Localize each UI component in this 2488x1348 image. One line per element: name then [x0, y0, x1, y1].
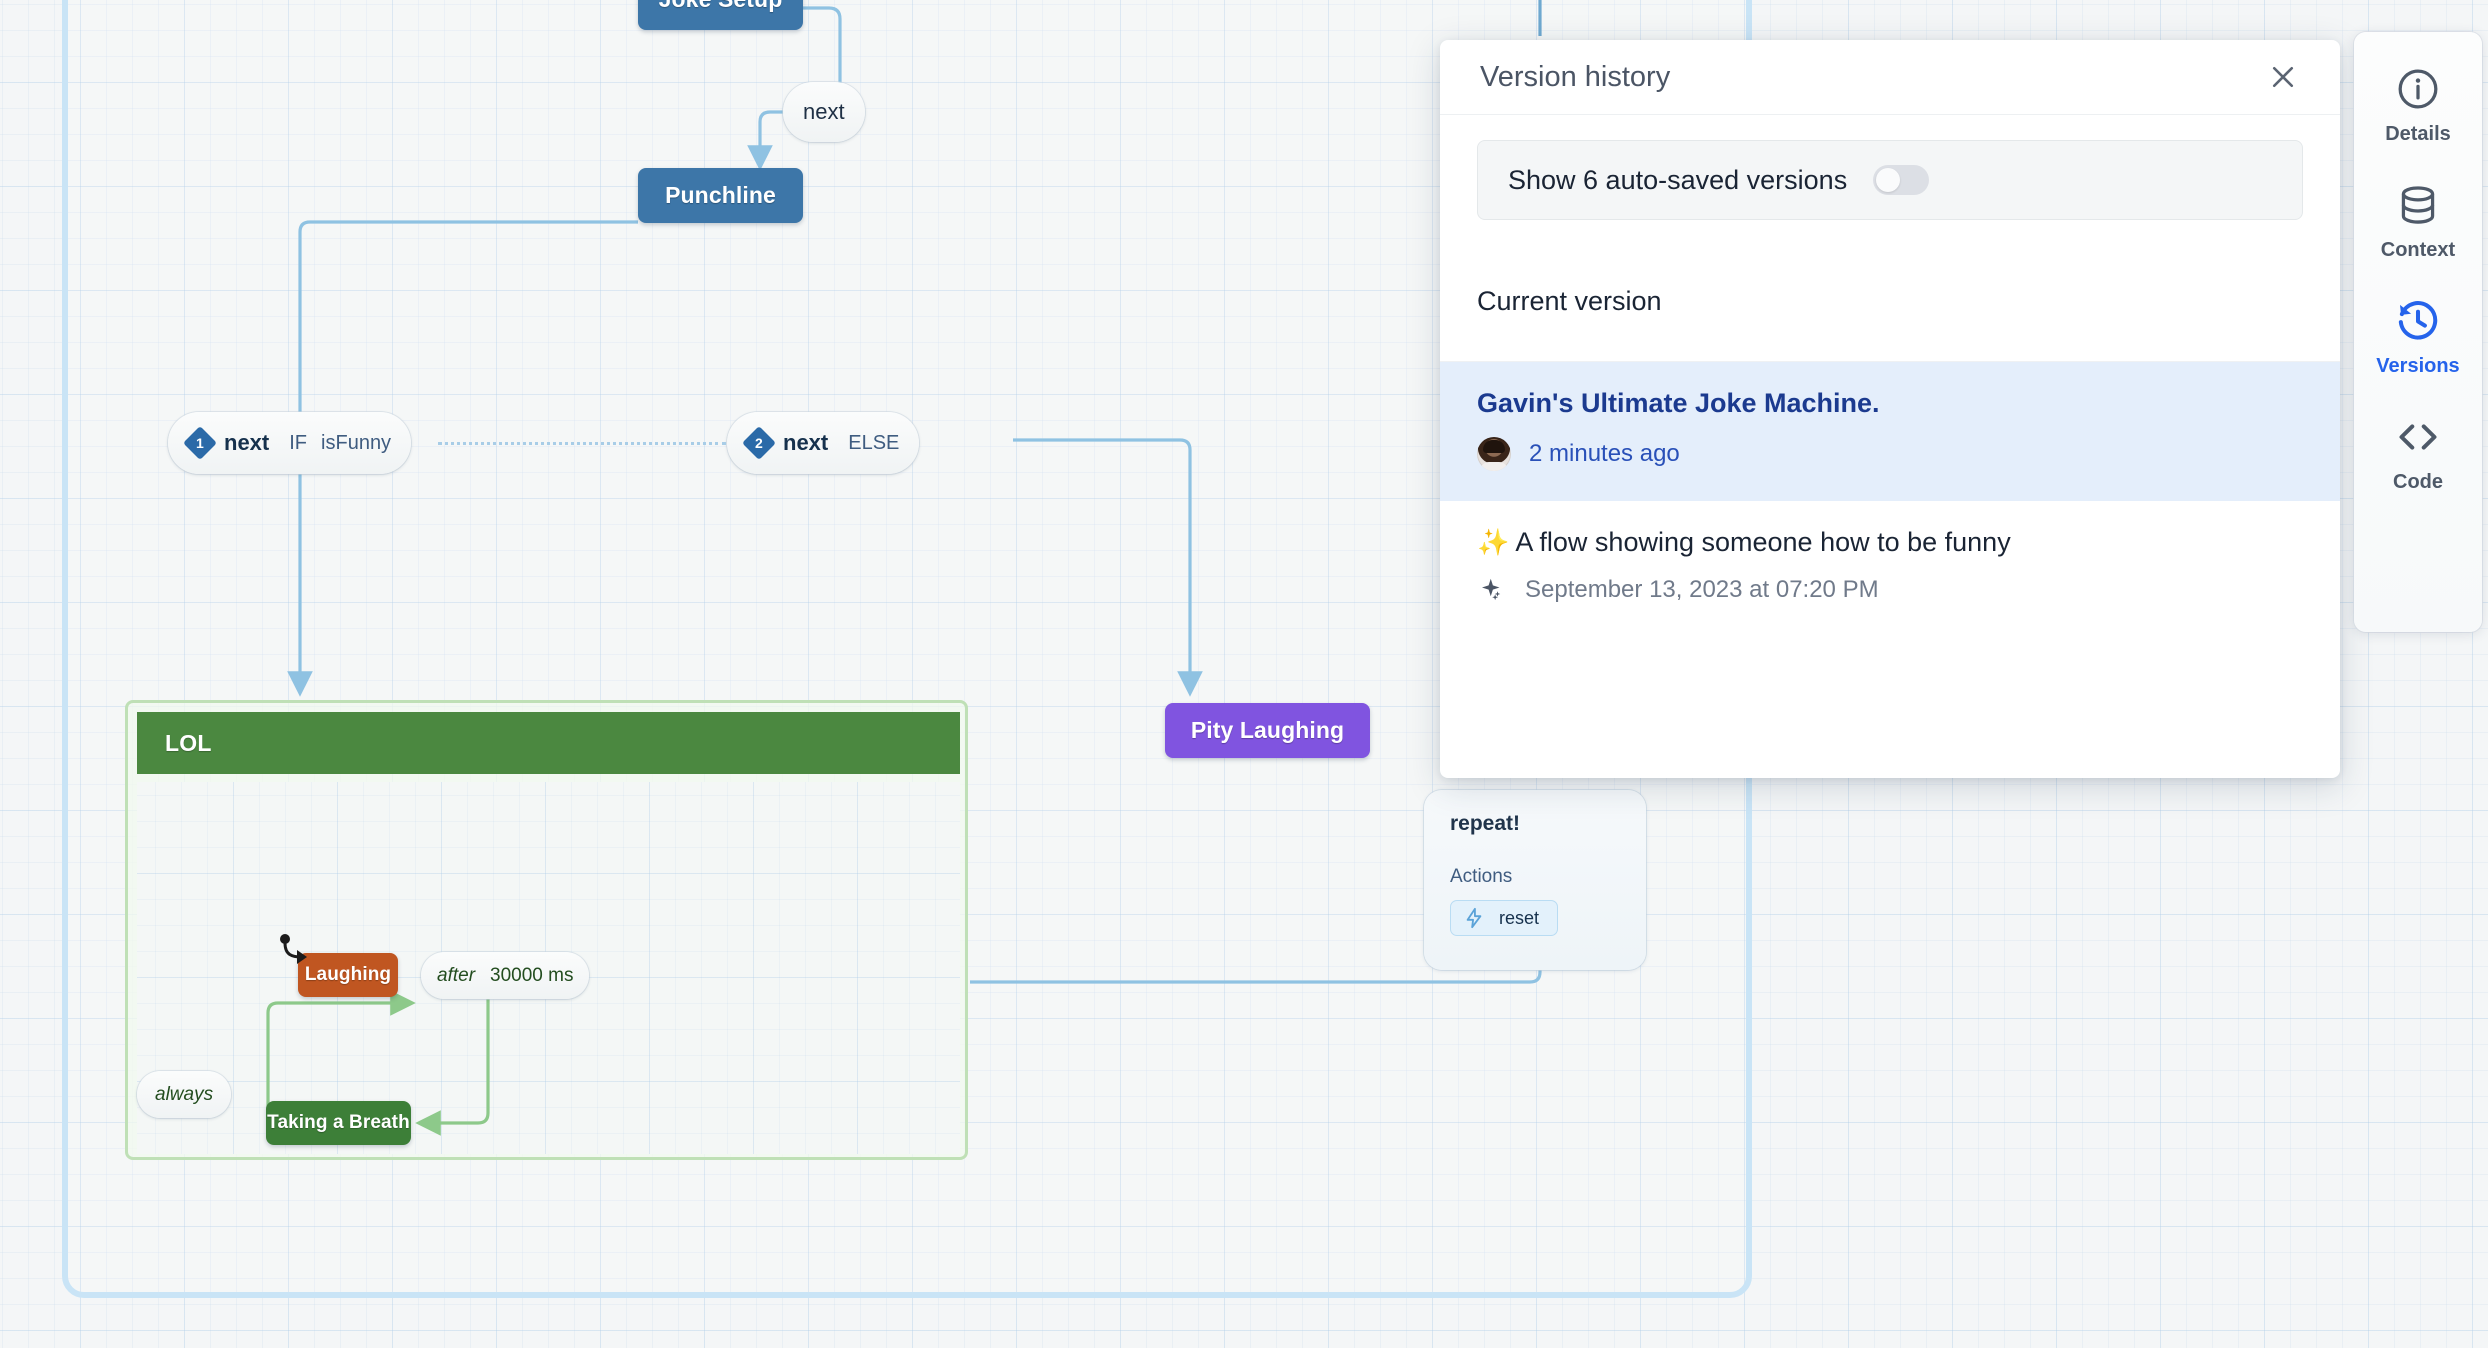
autosave-label: Show 6 auto-saved versions [1508, 164, 1848, 195]
code-brackets-icon [2399, 424, 2437, 450]
autosave-toggle[interactable] [1873, 165, 1930, 195]
toolbar-item-context[interactable]: Context [2354, 182, 2482, 262]
node-label: Punchline [665, 182, 776, 208]
node-label: Pity Laughing [1190, 717, 1345, 743]
guard-expression: isFunny [321, 431, 392, 454]
toolbar-item-code[interactable]: Code [2354, 414, 2482, 494]
edge-event: next [783, 430, 829, 455]
initial-state-arrow-icon [280, 934, 307, 964]
node-joke-setup[interactable]: Joke Setup [638, 0, 803, 30]
version-panel-header: Version history [1440, 40, 2340, 115]
guard-index-badge: 1 [183, 426, 217, 460]
bolt-icon [1466, 907, 1482, 929]
version-meta: 2 minutes ago [1477, 436, 2303, 471]
node-laughing[interactable]: Laughing [298, 953, 398, 997]
version-name: ✨ A flow showing someone how to be funny [1477, 526, 2303, 558]
version-name: Gavin's Ultimate Joke Machine. [1477, 388, 1880, 418]
repeat-actions-label: Actions [1450, 866, 1513, 887]
node-label: Taking a Breath [267, 1112, 410, 1133]
always-keyword: always [155, 1083, 214, 1105]
ai-sparkle-icon [1482, 579, 1501, 601]
database-icon [2401, 186, 2435, 224]
autosave-versions-row[interactable]: Show 6 auto-saved versions [1477, 140, 2303, 220]
edge-label-next-if[interactable]: 1 next IF isFunny [168, 412, 412, 474]
node-label: Joke Setup [659, 0, 783, 13]
version-list-item[interactable]: ✨ A flow showing someone how to be funny… [1440, 501, 2340, 636]
version-panel-title: Version history [1480, 60, 1671, 93]
version-timestamp: 2 minutes ago [1529, 439, 1680, 467]
toolbar-item-label: Context [2380, 239, 2456, 261]
history-clock-icon [2398, 301, 2438, 340]
user-avatar [1477, 436, 1511, 471]
version-timestamp: September 13, 2023 at 07:20 PM [1525, 576, 1879, 604]
current-version-label: Current version [1477, 286, 1662, 316]
edge-label-always[interactable]: always [137, 1071, 232, 1118]
right-toolbar[interactable]: Details Context Versions Code [2354, 32, 2482, 632]
node-label: Laughing [304, 964, 392, 985]
guard-index-badge: 2 [742, 426, 776, 460]
delay-keyword: after [437, 964, 476, 986]
version-meta: September 13, 2023 at 07:20 PM [1477, 575, 2303, 605]
toolbar-item-label: Details [2385, 123, 2451, 145]
guard-keyword: ELSE [848, 431, 900, 454]
version-list-item[interactable]: Gavin's Ultimate Joke Machine. 2 minutes… [1440, 362, 2340, 501]
edge-label-next-else[interactable]: 2 next ELSE [727, 412, 920, 474]
node-punchline[interactable]: Punchline [638, 168, 803, 223]
guard-chain-dotted-line [438, 442, 726, 445]
close-icon[interactable] [2262, 56, 2304, 98]
toolbar-item-label: Code [2393, 471, 2443, 493]
node-pity-laughing[interactable]: Pity Laughing [1165, 703, 1370, 758]
edge-event: next [224, 430, 270, 455]
version-name-text: A flow showing someone how to be funny [1515, 526, 2011, 557]
delay-value: 30000 ms [490, 964, 574, 986]
edge-event: next [803, 99, 845, 124]
edge-label-next-top[interactable]: next [783, 82, 865, 142]
node-taking-a-breath[interactable]: Taking a Breath [266, 1101, 411, 1145]
version-history-panel[interactable]: Version history Show 6 auto-saved versio… [1440, 40, 2340, 778]
group-edges [266, 973, 490, 1136]
repeat-reset-label: reset [1499, 907, 1540, 928]
toolbar-item-versions[interactable]: Versions [2354, 298, 2482, 378]
toolbar-item-details[interactable]: Details [2354, 66, 2482, 146]
repeat-reset-action[interactable]: reset [1450, 900, 1559, 936]
info-circle-icon [2398, 69, 2438, 109]
sparkles-emoji-icon: ✨ [1477, 526, 1510, 557]
group-lol[interactable]: LOL Laughing Taking a Breath after 30000… [125, 700, 968, 1160]
node-repeat[interactable]: repeat! Actions reset [1424, 790, 1646, 970]
repeat-title: repeat! [1450, 812, 1521, 835]
current-version-row: Current version [1440, 242, 2340, 362]
toolbar-item-label: Versions [2376, 355, 2460, 377]
guard-keyword: IF [289, 431, 308, 454]
edge-label-after-delay[interactable]: after 30000 ms [421, 952, 590, 999]
